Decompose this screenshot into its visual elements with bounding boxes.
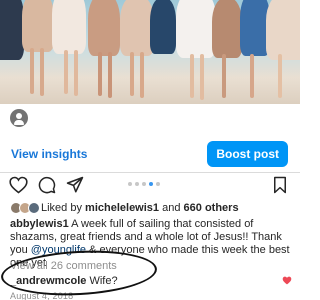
carousel-dot [142,182,146,186]
carousel-dot [128,182,132,186]
photo-figure [22,0,54,52]
photo-figure [222,54,226,98]
photo-figure [98,52,102,96]
likes-prefix: Liked by [41,202,82,214]
photo-figure [120,0,154,56]
photo-figure [140,52,144,98]
carousel-dot [156,182,160,186]
insights-bar: View insights Boost post [0,140,300,168]
carousel-indicator [128,182,160,186]
photo-figure [212,0,242,58]
comment-username[interactable]: _andrewmcole [10,275,86,287]
photo-figure [74,50,78,96]
likes-connector: and [162,202,181,214]
photo-figure [108,52,112,98]
photo-figure [40,48,44,96]
boost-post-button[interactable]: Boost post [207,141,288,167]
liker-avatars [10,202,40,214]
divider [0,172,300,173]
photo-figure [150,0,176,54]
bookmark-icon[interactable] [272,176,288,194]
instagram-post-screen: View insights Boost post Liked by michel… [0,0,300,300]
share-icon[interactable] [66,176,84,194]
photo-figure [130,52,134,96]
post-date: August 4, 2018 [10,291,74,300]
photo-figure [30,48,34,94]
photo-figure [176,0,216,58]
heart-icon[interactable] [9,176,28,194]
post-photo[interactable] [0,0,300,104]
avatar [28,202,40,214]
comment-row: _andrewmcole Wife? [10,275,296,287]
caption-mention[interactable]: @younglife [31,244,86,256]
comment-icon[interactable] [38,176,56,194]
comment-like-heart-icon[interactable] [282,276,292,285]
likes-others[interactable]: 660 others [184,202,239,214]
photo-figure [88,0,120,56]
photo-figure [200,54,204,100]
photo-figure [64,50,68,94]
carousel-dot [149,182,153,186]
action-row [0,176,300,196]
carousel-dot [135,182,139,186]
view-all-comments-link[interactable]: View all 26 comments [10,260,117,272]
photo-figure [52,0,86,54]
caption-username[interactable]: abbylewis1 [10,218,69,230]
likes-line[interactable]: Liked by michelelewis1 and 660 others [10,202,239,214]
photo-figure [278,54,282,98]
photo-figure [250,54,254,98]
view-insights-link[interactable]: View insights [11,147,87,161]
likes-user[interactable]: michelelewis1 [85,202,159,214]
photo-figure [0,0,24,60]
comment-text: Wife? [86,275,118,287]
photo-figure [266,0,300,60]
user-placeholder-icon[interactable] [10,109,28,127]
photo-figure [190,54,194,98]
